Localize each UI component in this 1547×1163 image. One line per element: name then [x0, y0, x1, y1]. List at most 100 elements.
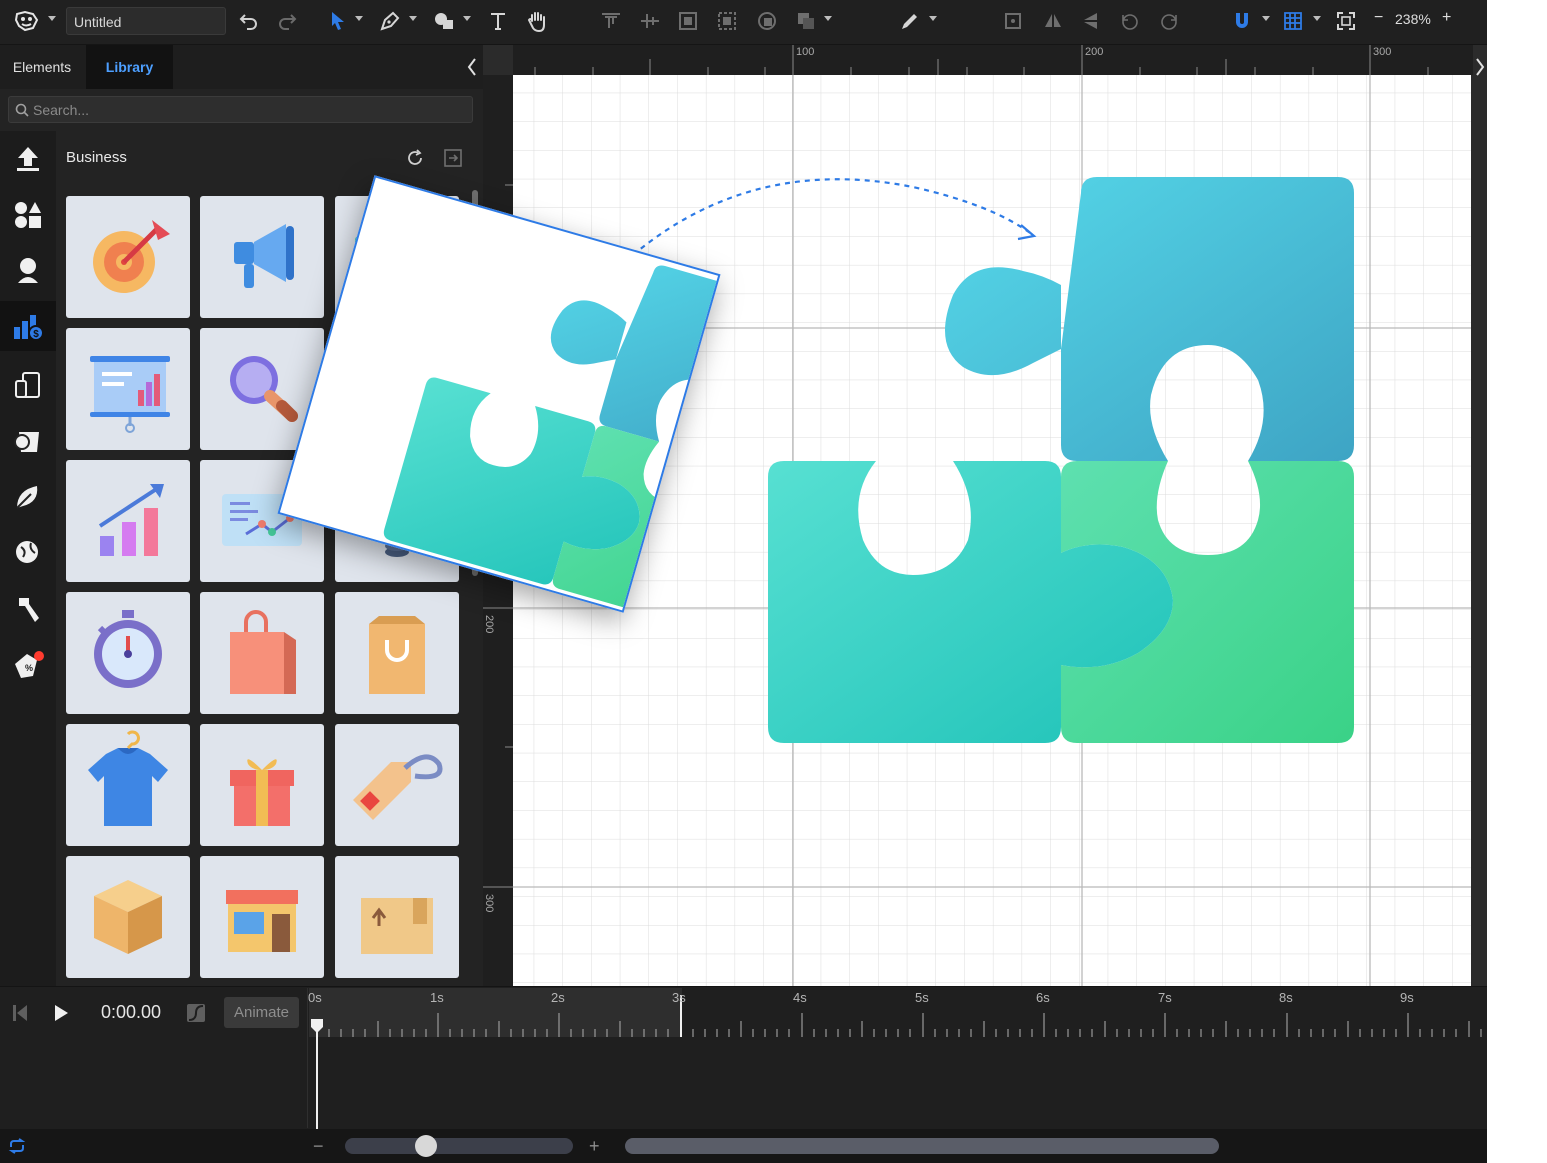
- tab-elements[interactable]: Elements: [0, 45, 84, 89]
- gift-icon[interactable]: [200, 724, 324, 846]
- timeline-tick-label: 0s: [308, 990, 322, 1005]
- redo-icon[interactable]: [276, 8, 298, 34]
- timeline-tick-label: 7s: [1158, 990, 1172, 1005]
- artboard-grid: [513, 75, 1471, 986]
- play-icon[interactable]: [53, 1004, 69, 1027]
- ruler-top-ticks: [534, 45, 1429, 75]
- easing-curve-icon[interactable]: [186, 1003, 206, 1028]
- timeline-tick-label: 4s: [793, 990, 807, 1005]
- zoom-out-button[interactable]: −: [1374, 9, 1383, 27]
- timeline-zoom-slider[interactable]: [345, 1138, 573, 1154]
- arrange-chevron-down-icon[interactable]: [824, 16, 832, 21]
- align-top-icon[interactable]: [600, 8, 622, 34]
- bounding-box-icon[interactable]: [1002, 8, 1024, 34]
- snap-chevron-down-icon[interactable]: [1262, 16, 1270, 21]
- pen-tool-chevron-down-icon[interactable]: [409, 16, 417, 21]
- search-placeholder: Search...: [33, 102, 90, 118]
- paper-bag-icon[interactable]: [335, 592, 459, 714]
- select-tool-icon[interactable]: [328, 8, 348, 34]
- timeline-tick-label: 5s: [915, 990, 929, 1005]
- app-logo-icon[interactable]: [12, 8, 42, 34]
- price-tag-icon[interactable]: [335, 724, 459, 846]
- category-title: Business: [66, 149, 127, 166]
- timeline-tick-label: 2s: [551, 990, 565, 1005]
- editor-app: Untitled − 238% + Elements Library Searc…: [0, 0, 1487, 1163]
- nature-icon[interactable]: [0, 472, 56, 522]
- megaphone-icon[interactable]: [200, 196, 324, 318]
- ruler-top-label: 200: [1085, 46, 1104, 58]
- arrange-icon[interactable]: [795, 8, 817, 34]
- panel-tabs: Elements Library: [0, 45, 483, 89]
- timeline-tick-label: 3s: [672, 990, 686, 1005]
- hand-tool-icon[interactable]: [525, 8, 549, 34]
- app-menu-chevron-down-icon[interactable]: [48, 16, 56, 21]
- store-icon[interactable]: [200, 856, 324, 978]
- text-tool-icon[interactable]: [487, 8, 509, 34]
- open-external-icon[interactable]: [443, 148, 463, 173]
- snap-magnet-icon[interactable]: [1231, 8, 1253, 34]
- top-toolbar: Untitled − 238% +: [0, 0, 1487, 45]
- package-icon[interactable]: [335, 856, 459, 978]
- shapes-icon[interactable]: [0, 190, 56, 240]
- food-icon[interactable]: [0, 416, 56, 466]
- devices-icon[interactable]: [0, 360, 56, 410]
- search-icon: [15, 103, 29, 117]
- ungroup-icon[interactable]: [716, 8, 738, 34]
- timeline-ruler[interactable]: [307, 987, 1487, 1037]
- refresh-icon[interactable]: [405, 148, 425, 173]
- presentation-icon[interactable]: [66, 328, 190, 450]
- grid-chevron-down-icon[interactable]: [1313, 16, 1321, 21]
- zoom-in-button[interactable]: +: [1442, 9, 1451, 27]
- skip-to-start-icon[interactable]: [12, 1004, 28, 1027]
- zoom-level[interactable]: 238%: [1395, 11, 1431, 27]
- library-search-input[interactable]: Search...: [8, 96, 473, 123]
- animate-button[interactable]: Animate: [224, 997, 299, 1028]
- tab-library[interactable]: Library: [86, 45, 173, 89]
- undo-icon[interactable]: [238, 8, 260, 34]
- flip-vertical-icon[interactable]: [1080, 8, 1102, 34]
- brush-tool-icon[interactable]: [898, 8, 922, 34]
- artboard[interactable]: [513, 75, 1471, 986]
- fit-to-screen-icon[interactable]: [1335, 8, 1357, 34]
- timeline-horizontal-scrollbar[interactable]: [625, 1138, 1219, 1154]
- collapse-panel-chevron-left-icon[interactable]: [466, 57, 478, 82]
- shape-tool-chevron-down-icon[interactable]: [463, 16, 471, 21]
- sale-icon[interactable]: %: [0, 640, 56, 690]
- stopwatch-icon[interactable]: [66, 592, 190, 714]
- tools-icon[interactable]: [0, 584, 56, 634]
- align-middle-icon[interactable]: [639, 8, 661, 34]
- target-icon[interactable]: [66, 196, 190, 318]
- upload-icon[interactable]: [0, 133, 56, 183]
- playhead-handle[interactable]: [310, 1018, 324, 1135]
- timeline-zoom-in-button[interactable]: +: [589, 1136, 600, 1157]
- mask-icon[interactable]: [756, 8, 778, 34]
- pen-tool-icon[interactable]: [378, 8, 402, 34]
- ruler-top-label: 300: [1373, 46, 1392, 58]
- tshirt-icon[interactable]: [66, 724, 190, 846]
- flip-horizontal-icon[interactable]: [1042, 8, 1064, 34]
- shopping-bag-icon[interactable]: [200, 592, 324, 714]
- shape-tool-icon[interactable]: [432, 8, 456, 34]
- current-time: 0:00.00: [101, 1002, 162, 1022]
- ruler-top: 100 200 300: [513, 45, 1473, 75]
- rotate-right-90-icon[interactable]: [1158, 8, 1180, 34]
- grid-toggle-icon[interactable]: [1282, 8, 1304, 34]
- box-icon[interactable]: [66, 856, 190, 978]
- growth-chart-icon[interactable]: [66, 460, 190, 582]
- timeline-zoom-out-button[interactable]: −: [313, 1136, 324, 1157]
- character-icon[interactable]: [0, 245, 56, 295]
- brush-tool-chevron-down-icon[interactable]: [929, 16, 937, 21]
- travel-icon[interactable]: [0, 527, 56, 577]
- business-icon[interactable]: $: [0, 301, 56, 351]
- ruler-left-label: 200: [483, 615, 495, 634]
- rotate-left-90-icon[interactable]: [1119, 8, 1141, 34]
- timeline-tick-label: 8s: [1279, 990, 1293, 1005]
- group-icon[interactable]: [677, 8, 699, 34]
- timeline-tick-label: 9s: [1400, 990, 1414, 1005]
- timeline-tick-label: 1s: [430, 990, 444, 1005]
- expand-panel-chevron-right-icon[interactable]: [1474, 57, 1486, 82]
- select-tool-chevron-down-icon[interactable]: [355, 16, 363, 21]
- loop-icon[interactable]: [8, 1138, 26, 1159]
- document-title-input[interactable]: Untitled: [66, 7, 226, 35]
- timeline-zoom-slider-knob[interactable]: [415, 1135, 437, 1157]
